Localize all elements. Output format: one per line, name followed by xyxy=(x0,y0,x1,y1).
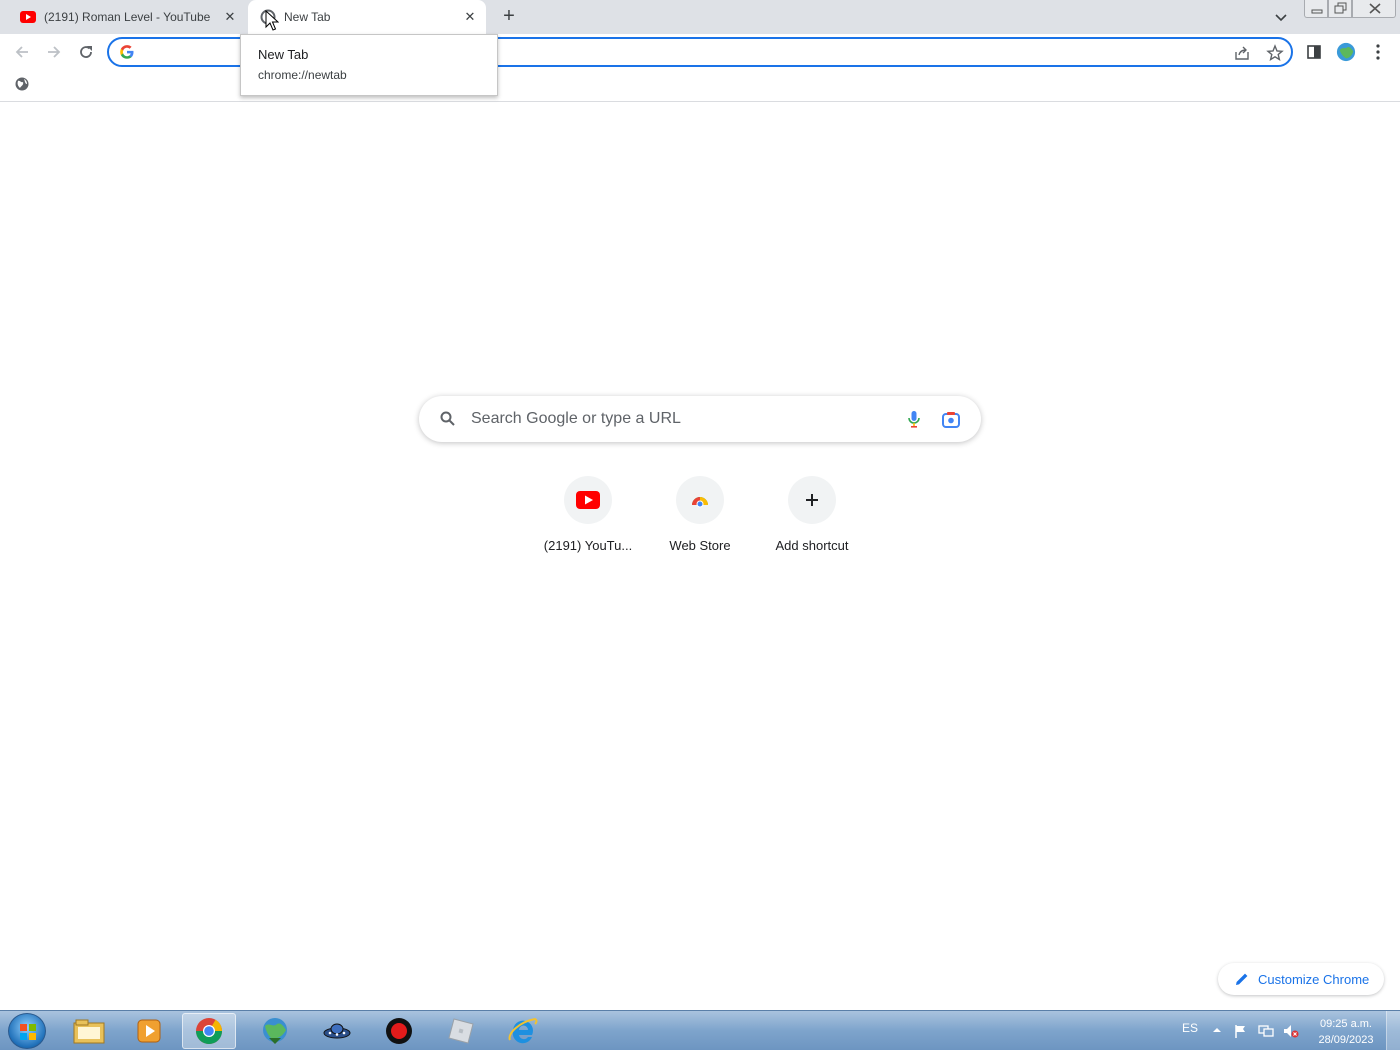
profile-avatar-icon[interactable] xyxy=(1336,42,1356,62)
clock-time: 09:25 a.m. xyxy=(1320,1018,1372,1030)
network-icon[interactable] xyxy=(1257,1023,1275,1042)
forward-arrow-icon[interactable] xyxy=(42,40,66,64)
language-indicator[interactable]: ES xyxy=(1182,1021,1198,1035)
close-tab-icon[interactable]: ✕ xyxy=(222,9,238,25)
voice-search-icon[interactable] xyxy=(904,409,924,429)
shortcut-label: (2191) YouTu... xyxy=(543,538,633,553)
tab-strip: (2191) Roman Level - YouTube ✕ New Tab ✕… xyxy=(0,0,1400,34)
search-placeholder: Search Google or type a URL xyxy=(471,410,681,427)
globe-icon[interactable] xyxy=(14,76,30,92)
ufo-app-icon[interactable] xyxy=(310,1013,364,1049)
share-icon[interactable] xyxy=(1233,44,1251,62)
shortcut-label: Add shortcut xyxy=(775,538,849,553)
reload-icon[interactable] xyxy=(74,40,98,64)
start-button[interactable] xyxy=(8,1013,46,1049)
side-panel-icon[interactable] xyxy=(1304,42,1324,62)
show-hidden-icons-icon[interactable] xyxy=(1212,1024,1222,1038)
tab-hover-card: New Tab chrome://newtab xyxy=(240,34,498,96)
tab-youtube[interactable]: (2191) Roman Level - YouTube ✕ xyxy=(8,0,246,34)
tab-title: (2191) Roman Level - YouTube xyxy=(44,10,211,24)
restore-button[interactable] xyxy=(1328,0,1352,18)
toolbar xyxy=(0,34,1400,70)
plus-icon xyxy=(788,476,836,524)
file-explorer-icon[interactable] xyxy=(62,1013,116,1049)
mouse-cursor-icon xyxy=(265,9,280,32)
search-icon xyxy=(439,410,457,428)
hover-card-title: New Tab xyxy=(258,47,309,62)
internet-download-manager-icon[interactable] xyxy=(248,1013,302,1049)
roblox-icon[interactable] xyxy=(434,1013,488,1049)
system-clock[interactable]: 09:25 a.m. 28/09/2023 xyxy=(1308,1016,1384,1048)
customize-chrome-label: Customize Chrome xyxy=(1258,971,1370,987)
chrome-window: (2191) Roman Level - YouTube ✕ New Tab ✕… xyxy=(0,0,1400,1050)
tab-search-icon[interactable] xyxy=(1272,8,1290,26)
shortcut-web-store[interactable]: Web Store xyxy=(644,476,756,566)
web-store-icon xyxy=(676,476,724,524)
close-window-button[interactable] xyxy=(1352,0,1396,18)
menu-dots-icon[interactable] xyxy=(1368,42,1388,62)
shortcut-label: Web Store xyxy=(669,538,731,553)
bookmark-star-icon[interactable] xyxy=(1266,44,1284,62)
back-arrow-icon[interactable] xyxy=(10,40,34,64)
action-center-flag-icon[interactable] xyxy=(1233,1023,1249,1042)
new-tab-button[interactable]: + xyxy=(498,6,520,28)
google-g-icon xyxy=(119,44,135,60)
chrome-taskbar-icon[interactable] xyxy=(182,1013,236,1049)
media-player-icon[interactable] xyxy=(122,1013,176,1049)
bookmarks-bar xyxy=(0,70,1400,102)
shortcut-youtube[interactable]: (2191) YouTu... xyxy=(532,476,644,566)
ntp-search-box[interactable]: Search Google or type a URL xyxy=(419,396,981,442)
windows-taskbar: ES 09:25 a.m. 28/09/2023 xyxy=(0,1010,1400,1050)
tab-new-tab[interactable]: New Tab ✕ xyxy=(248,0,486,34)
close-tab-icon[interactable]: ✕ xyxy=(462,9,478,25)
clock-date: 28/09/2023 xyxy=(1318,1034,1374,1046)
internet-explorer-icon[interactable] xyxy=(496,1013,550,1049)
customize-chrome-button[interactable]: Customize Chrome xyxy=(1218,963,1384,995)
youtube-icon xyxy=(20,9,36,25)
volume-muted-icon[interactable] xyxy=(1282,1023,1300,1042)
tab-title: New Tab xyxy=(284,10,331,24)
show-desktop-button[interactable] xyxy=(1386,1011,1400,1050)
hover-card-url: chrome://newtab xyxy=(258,68,347,82)
google-lens-icon[interactable] xyxy=(940,409,962,431)
recorder-icon[interactable] xyxy=(372,1013,426,1049)
youtube-icon xyxy=(564,476,612,524)
minimize-button[interactable] xyxy=(1304,0,1328,18)
shortcut-add[interactable]: Add shortcut xyxy=(756,476,868,566)
pencil-icon xyxy=(1234,971,1250,987)
